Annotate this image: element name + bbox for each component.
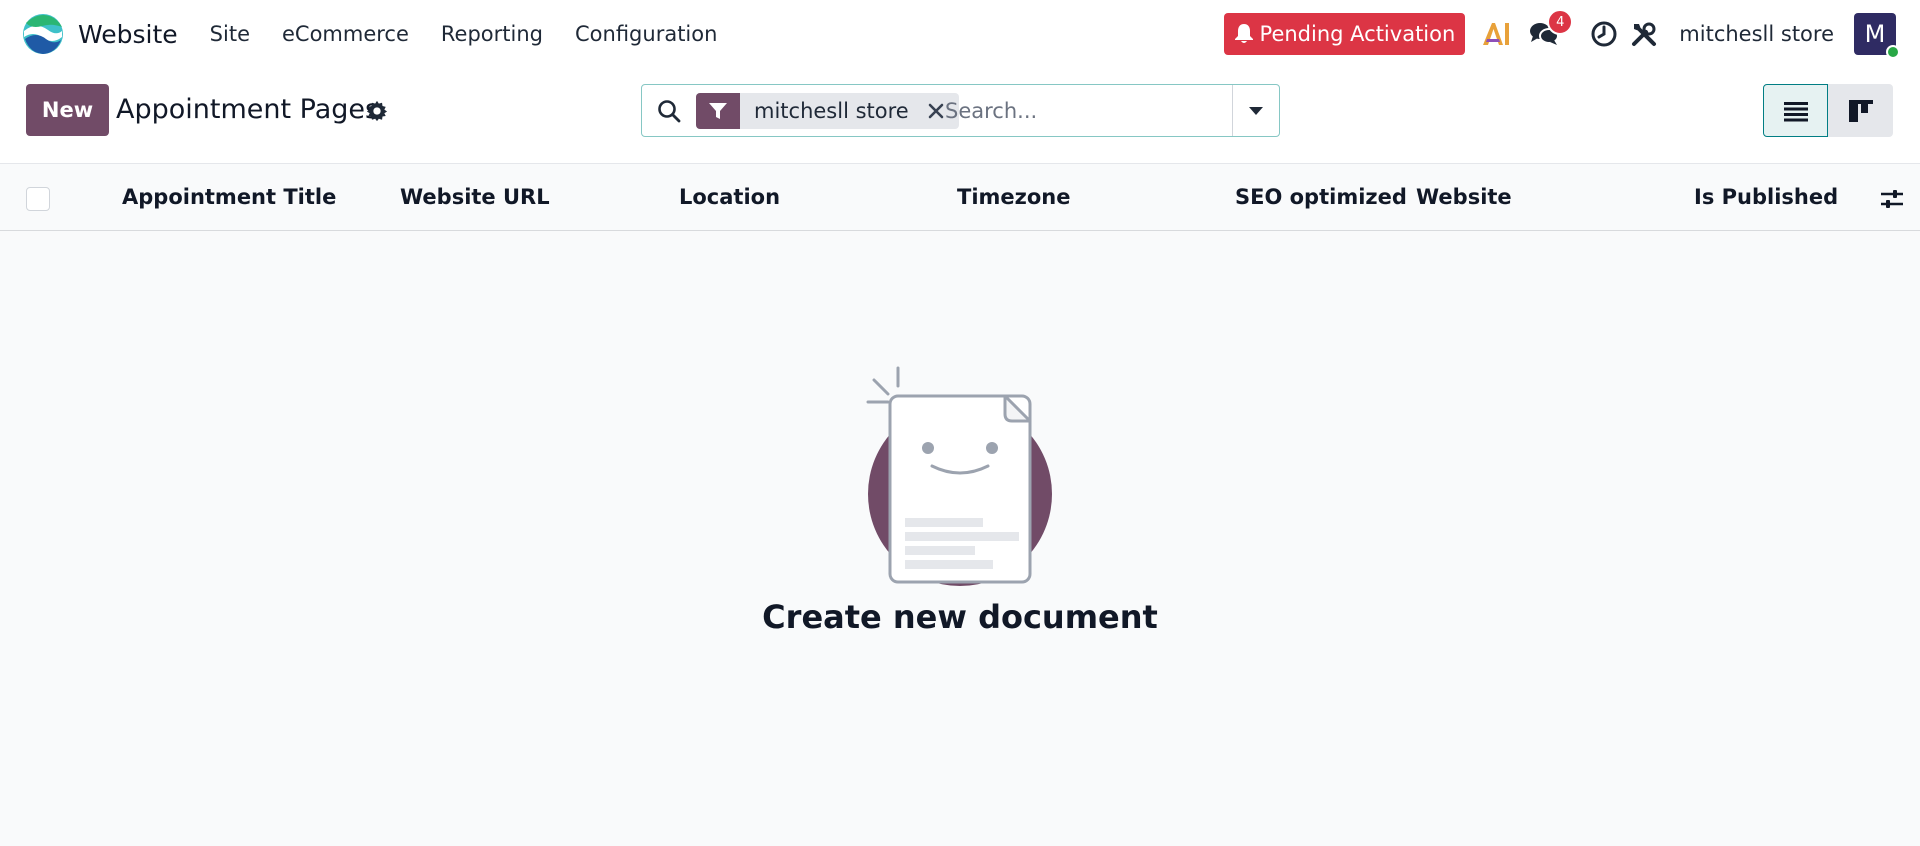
kanban-view-icon	[1848, 99, 1873, 122]
pending-activation-label: Pending Activation	[1259, 22, 1456, 46]
company-switcher[interactable]: mitchesll store	[1679, 22, 1834, 46]
facet-label: mitchesll store	[754, 99, 909, 123]
user-avatar[interactable]: M	[1854, 13, 1900, 59]
menu-item-configuration[interactable]: Configuration	[575, 22, 717, 46]
debug-tools-button[interactable]	[1627, 17, 1661, 51]
caret-down-icon	[1249, 106, 1263, 115]
pending-activation-button[interactable]: Pending Activation	[1223, 13, 1466, 55]
ai-icon	[1483, 23, 1510, 45]
kanban-view-button[interactable]	[1828, 84, 1893, 137]
column-timezone[interactable]: Timezone	[957, 185, 1071, 209]
app-brand[interactable]: Website	[22, 13, 178, 55]
filter-icon	[696, 93, 740, 129]
new-button[interactable]: New	[26, 84, 109, 136]
list-view-icon	[1783, 101, 1808, 121]
list-header: Appointment Title Website URL Location T…	[0, 165, 1920, 231]
app-name: Website	[78, 19, 178, 49]
search-options-toggle[interactable]	[1232, 85, 1279, 136]
column-is-published[interactable]: Is Published	[1694, 185, 1838, 209]
empty-state-title: Create new document	[762, 598, 1158, 636]
column-website[interactable]: Website	[1416, 185, 1512, 209]
select-all-checkbox[interactable]	[26, 187, 50, 211]
clock-icon	[1591, 21, 1617, 47]
ai-button[interactable]	[1479, 17, 1513, 51]
column-appointment-title[interactable]: Appointment Title	[122, 185, 336, 209]
bell-icon	[1234, 24, 1253, 43]
search-icon	[658, 100, 681, 123]
optional-columns-icon[interactable]	[1879, 186, 1905, 212]
menu-item-site[interactable]: Site	[210, 22, 250, 46]
activities-button[interactable]	[1587, 17, 1621, 51]
control-panel: New Appointment Pages mitchesll store	[0, 68, 1920, 164]
search-bar: mitchesll store	[641, 84, 1280, 137]
navbar-systray: Pending Activation 4 mitchesll store M	[1223, 0, 1900, 68]
online-status-dot	[1886, 45, 1900, 59]
list-view-button[interactable]	[1763, 84, 1828, 137]
column-seo-optimized[interactable]: SEO optimized	[1235, 185, 1407, 209]
column-website-url[interactable]: Website URL	[400, 185, 550, 209]
search-input[interactable]	[945, 93, 1225, 129]
top-navbar: Website Site eCommerce Reporting Configu…	[0, 0, 1920, 68]
view-switcher	[1763, 84, 1893, 137]
website-app-icon	[23, 14, 63, 54]
tools-icon	[1632, 22, 1657, 46]
menu-item-reporting[interactable]: Reporting	[441, 22, 543, 46]
empty-document-illustration	[866, 366, 1052, 586]
gear-icon[interactable]	[366, 100, 388, 122]
page-title: Appointment Pages	[116, 94, 380, 125]
main-menu: Site eCommerce Reporting Configuration	[210, 22, 750, 46]
menu-item-ecommerce[interactable]: eCommerce	[282, 22, 409, 46]
messages-count-badge: 4	[1547, 9, 1574, 35]
column-location[interactable]: Location	[679, 185, 780, 209]
messages-button[interactable]: 4	[1527, 9, 1574, 51]
avatar-letter: M	[1864, 20, 1886, 48]
search-facet: mitchesll store	[696, 93, 959, 129]
